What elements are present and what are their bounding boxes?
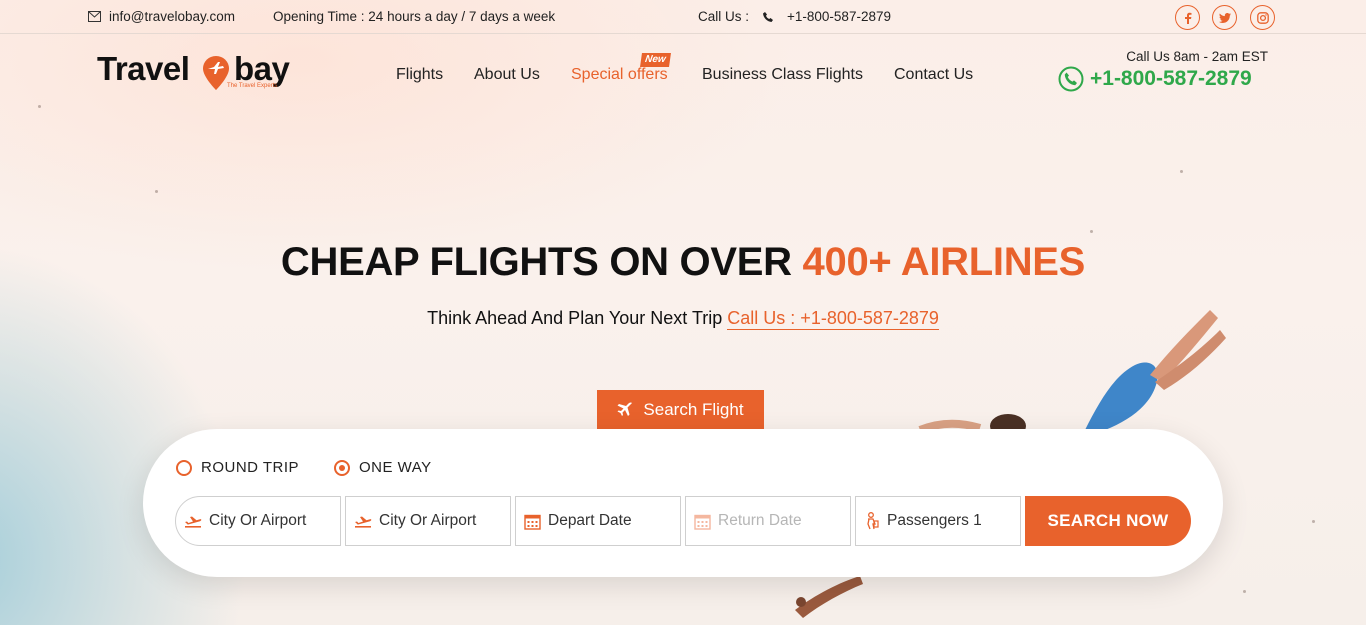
sand-speck [155, 190, 158, 193]
sand-speck [1243, 590, 1246, 593]
logo-word-left: Travel [97, 50, 190, 87]
top-info-bar: info@travelobay.com Opening Time : 24 ho… [0, 0, 1366, 34]
location-pin-icon [203, 56, 229, 95]
envelope-icon [88, 11, 101, 22]
phone-contact[interactable]: Call Us : +1-800-587-2879 [698, 9, 891, 24]
facebook-icon[interactable] [1175, 5, 1200, 30]
one-way-option[interactable]: ONE WAY [334, 459, 432, 476]
nav-special-offers[interactable]: Special offers [571, 66, 668, 84]
travelobay-logo[interactable]: Travel bay The Travel Experts [97, 50, 307, 94]
return-date-field[interactable]: Return Date [685, 496, 851, 546]
instagram-icon[interactable] [1250, 5, 1275, 30]
search-flight-tab[interactable]: Search Flight [597, 390, 764, 429]
opening-time: Opening Time : 24 hours a day / 7 days a… [273, 9, 555, 24]
nav-business-class[interactable]: Business Class Flights [702, 66, 863, 84]
nav-about-us[interactable]: About Us [474, 66, 540, 84]
sand-speck [1180, 170, 1183, 173]
beach-person-arm [795, 576, 863, 618]
round-trip-option[interactable]: ROUND TRIP [176, 459, 299, 476]
passengers-value: Passengers 1 [887, 512, 982, 529]
header-phone-number: +1-800-587-2879 [1090, 67, 1252, 90]
depart-date-field[interactable]: Depart Date [515, 496, 681, 546]
hero-subtitle: Think Ahead And Plan Your Next Trip Call… [0, 308, 1366, 330]
hero-title-main: CHEAP FLIGHTS ON OVER [280, 240, 792, 284]
return-date-placeholder: Return Date [718, 512, 802, 529]
one-way-radio[interactable] [334, 459, 350, 476]
opening-time-text: Opening Time : 24 hours a day / 7 days a… [273, 9, 556, 24]
phone-icon [763, 11, 774, 22]
nav-flights[interactable]: Flights [396, 66, 443, 84]
email-text: info@travelobay.com [109, 9, 236, 24]
call-hours: Call Us 8am - 2am EST [1126, 49, 1268, 64]
to-airport-placeholder: City Or Airport [379, 512, 477, 529]
logo-tagline: The Travel Experts [227, 83, 278, 89]
email-contact[interactable]: info@travelobay.com [88, 9, 235, 24]
sand-speck [1090, 230, 1093, 233]
twitter-icon[interactable] [1212, 5, 1237, 30]
from-airport-field[interactable]: City Or Airport [175, 496, 341, 546]
nav-contact-us[interactable]: Contact Us [894, 66, 973, 84]
hero-call-link[interactable]: Call Us : +1-800-587-2879 [727, 308, 939, 330]
round-trip-label: ROUND TRIP [201, 459, 300, 476]
depart-date-placeholder: Depart Date [548, 512, 632, 529]
topbar-phone: +1-800-587-2879 [787, 9, 891, 24]
calendar-icon [524, 513, 541, 530]
hero-subtitle-text: Think Ahead And Plan Your Next Trip [427, 308, 723, 328]
phone-circle-icon [1058, 66, 1084, 92]
passengers-field[interactable]: Passengers 1 [855, 496, 1021, 546]
airplane-icon [617, 401, 633, 418]
search-now-button[interactable]: SEARCH NOW [1025, 496, 1191, 546]
sand-speck [38, 105, 41, 108]
plane-departure-icon [354, 514, 372, 528]
header-phone-link[interactable]: +1-800-587-2879 [1058, 66, 1252, 92]
passenger-icon [864, 512, 880, 530]
sand-speck [1312, 520, 1315, 523]
search-flight-label: Search Flight [643, 399, 744, 419]
plane-departure-icon [184, 514, 202, 528]
calendar-icon [694, 513, 711, 530]
new-badge: New [640, 53, 671, 67]
hero-title-accent: 400+ AIRLINES [802, 240, 1086, 284]
to-airport-field[interactable]: City Or Airport [345, 496, 511, 546]
from-airport-placeholder: City Or Airport [209, 512, 307, 529]
call-label: Call Us : [698, 9, 750, 24]
hero-title: CHEAP FLIGHTS ON OVER 400+ AIRLINES [0, 240, 1366, 285]
round-trip-radio[interactable] [176, 459, 192, 476]
one-way-label: ONE WAY [359, 459, 432, 476]
